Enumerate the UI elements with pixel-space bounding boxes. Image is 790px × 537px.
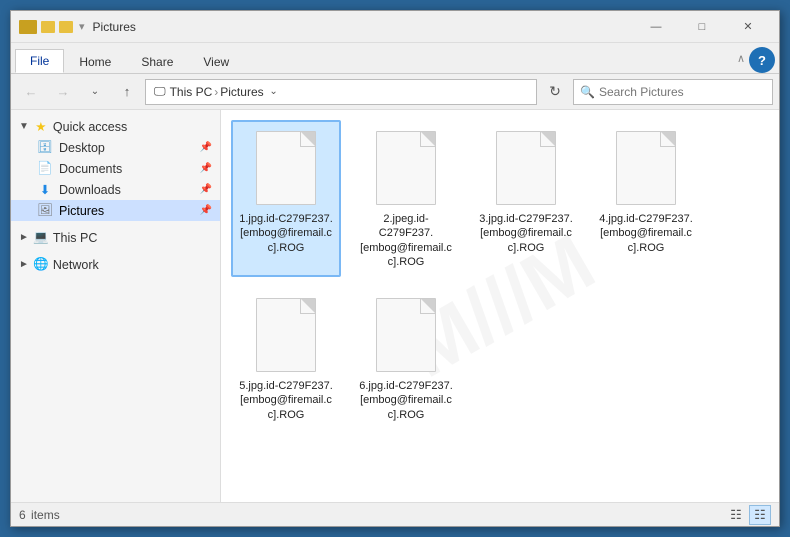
pin-icon: 📌 [200,142,212,153]
file-item-1[interactable]: 1.jpg.id-C279F237.[embog@firemail.cc].RO… [231,120,341,277]
expand-arrow-icon: ▼ [19,121,29,132]
file-explorer-window: ▾ Pictures — □ ✕ File Home Share View ∧ … [10,10,780,527]
ribbon: File Home Share View ∧ ? [11,43,779,74]
file-item-5[interactable]: 5.jpg.id-C279F237.[embog@firemail.cc].RO… [231,287,341,430]
pin-icon-docs: 📌 [200,163,212,174]
sidebar-item-documents[interactable]: 📄 Documents 📌 [11,158,220,179]
title-bar-icons: ▾ [19,20,85,34]
path-computer-icon: 🖵 [154,84,166,99]
file-doc-icon [496,131,556,205]
close-button[interactable]: ✕ [725,11,771,43]
documents-label: Documents [59,162,122,176]
this-pc-label: This PC [53,231,97,245]
sidebar-item-quick-access[interactable]: ▼ ★ Quick access [11,114,220,137]
file-name: 4.jpg.id-C279F237.[embog@firemail.cc].RO… [599,212,693,255]
pin-icon-dl: 📌 [200,184,212,195]
file-item-2[interactable]: 2.jpeg.id-C279F237.[embog@firemail.cc].R… [351,120,461,277]
file-icon-wrapper [250,295,322,375]
pictures-icon: 🖼 [37,203,53,218]
search-icon: 🔍 [580,85,595,99]
items-label: items [31,508,60,522]
network-icon: 🌐 [33,257,49,272]
folder-icon [59,21,73,33]
up-button[interactable]: ↑ [113,78,141,106]
file-grid: 1.jpg.id-C279F237.[embog@firemail.cc].RO… [231,120,769,430]
content-area[interactable]: M///M 1.jpg.id-C279F237.[embog@firemail.… [221,110,779,502]
file-item-4[interactable]: 4.jpg.id-C279F237.[embog@firemail.cc].RO… [591,120,701,277]
sidebar-item-downloads[interactable]: ⬇ Downloads 📌 [11,179,220,200]
maximize-button[interactable]: □ [679,11,725,43]
computer-icon: 💻 [33,230,49,245]
window-controls: — □ ✕ [633,11,771,43]
path-segment-pictures[interactable]: Pictures [220,85,263,99]
quick-access-icon [41,21,55,33]
tab-share[interactable]: Share [126,50,188,73]
count-number: 6 [19,508,26,522]
path-segment-thispc[interactable]: This PC [170,85,213,99]
quick-access-label: Quick access [53,120,127,134]
sidebar-item-this-pc[interactable]: ► 💻 This PC [11,225,220,248]
expand-arrow-net-icon: ► [19,259,29,270]
file-name: 2.jpeg.id-C279F237.[embog@firemail.cc].R… [359,212,453,269]
documents-icon: 📄 [37,161,53,176]
sidebar: ▼ ★ Quick access 🗄 Desktop 📌 📄 Documents… [11,110,221,502]
downloads-icon: ⬇ [37,182,53,197]
tab-home[interactable]: Home [64,50,126,73]
forward-button[interactable]: → [49,78,77,106]
file-name: 5.jpg.id-C279F237.[embog@firemail.cc].RO… [239,379,333,422]
sidebar-item-desktop[interactable]: 🗄 Desktop 📌 [11,137,220,158]
file-item-3[interactable]: 3.jpg.id-C279F237.[embog@firemail.cc].RO… [471,120,581,277]
item-count: 6 items [19,508,60,522]
desktop-label: Desktop [59,141,105,155]
main-area: ▼ ★ Quick access 🗄 Desktop 📌 📄 Documents… [11,110,779,502]
minimize-button[interactable]: — [633,11,679,43]
status-bar: 6 items ☷ ☷ [11,502,779,526]
refresh-button[interactable]: ↻ [541,78,569,106]
back-button[interactable]: ← [17,78,45,106]
view-toggle: ☷ ☷ [725,505,771,525]
ribbon-dropdown-icon[interactable]: ∧ [737,52,745,65]
file-icon-wrapper [370,295,442,375]
pictures-label: Pictures [59,204,104,218]
large-icon-view-button[interactable]: ☷ [749,505,771,525]
downloads-label: Downloads [59,183,121,197]
file-doc-icon [616,131,676,205]
dropdown-recent-button[interactable]: ⌄ [81,78,109,106]
star-icon: ★ [33,119,49,134]
sidebar-item-network[interactable]: ► 🌐 Network [11,252,220,275]
desktop-icon: 🗄 [37,140,53,155]
tab-view[interactable]: View [188,50,244,73]
help-button[interactable]: ? [749,47,775,73]
pin-icon-pic: 📌 [200,205,212,216]
title-bar: ▾ Pictures — □ ✕ [11,11,779,43]
ribbon-tabs: File Home Share View ∧ ? [11,43,779,73]
file-doc-icon [256,298,316,372]
sidebar-item-pictures[interactable]: 🖼 Pictures 📌 [11,200,220,221]
search-box[interactable]: 🔍 [573,79,773,105]
address-path[interactable]: 🖵 This PC › Pictures ⌄ [145,79,537,105]
file-doc-icon [376,131,436,205]
address-bar: ← → ⌄ ↑ 🖵 This PC › Pictures ⌄ ↻ 🔍 [11,74,779,110]
file-icon-wrapper [610,128,682,208]
file-doc-icon [256,131,316,205]
tab-file[interactable]: File [15,49,64,73]
file-icon-wrapper [250,128,322,208]
app-icon [19,20,37,34]
file-name: 3.jpg.id-C279F237.[embog@firemail.cc].RO… [479,212,573,255]
search-input[interactable] [599,85,766,99]
file-item-6[interactable]: 6.jpg.id-C279F237.[embog@firemail.cc].RO… [351,287,461,430]
file-name: 6.jpg.id-C279F237.[embog@firemail.cc].RO… [359,379,453,422]
address-dropdown-icon[interactable]: ⌄ [264,79,284,105]
file-icon-wrapper [370,128,442,208]
file-icon-wrapper [490,128,562,208]
expand-arrow-pc-icon: ► [19,232,29,243]
window-title: Pictures [93,20,633,34]
file-name: 1.jpg.id-C279F237.[embog@firemail.cc].RO… [239,212,333,255]
path-separator: › [214,85,218,99]
file-doc-icon [376,298,436,372]
network-label: Network [53,258,99,272]
list-view-button[interactable]: ☷ [725,505,747,525]
